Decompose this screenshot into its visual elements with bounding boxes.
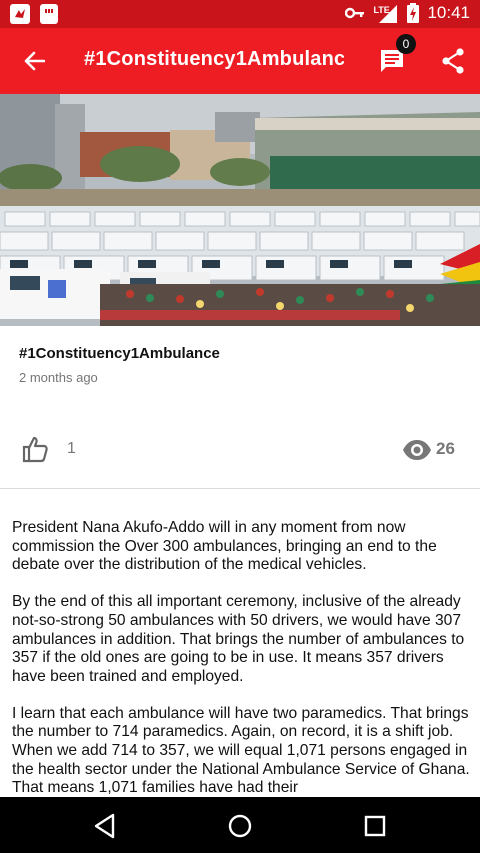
ambulances-photo-icon bbox=[0, 94, 480, 326]
battery-charging-icon bbox=[407, 3, 420, 23]
post-title: #1Constituency1Ambulance bbox=[19, 345, 220, 362]
clock: 10:41 bbox=[427, 3, 470, 22]
article-paragraph: By the end of this all important ceremon… bbox=[12, 593, 465, 685]
share-icon bbox=[442, 48, 464, 74]
arrow-left-icon bbox=[24, 51, 45, 71]
divider bbox=[0, 488, 480, 489]
article-paragraph: President Nana Akufo-Addo will in any mo… bbox=[12, 519, 437, 574]
article-body: President Nana Akufo-Addo will in any mo… bbox=[12, 519, 472, 797]
nav-recents-button[interactable] bbox=[358, 809, 392, 843]
comment-count-badge: 0 bbox=[396, 34, 416, 54]
app-bar: #1Constituency1Ambulanc 0 bbox=[0, 28, 480, 94]
key-icon bbox=[345, 7, 365, 19]
signal-icon bbox=[379, 5, 398, 23]
share-button[interactable] bbox=[436, 44, 470, 78]
status-bar: LTE 10:41 bbox=[0, 0, 480, 28]
nav-back-button[interactable] bbox=[88, 809, 122, 843]
system-nav-bar bbox=[0, 797, 480, 853]
sd-card-icon bbox=[40, 4, 58, 24]
post-image[interactable] bbox=[0, 94, 480, 326]
recents-square-icon bbox=[364, 815, 386, 837]
home-circle-icon bbox=[228, 814, 252, 838]
eye-icon bbox=[402, 438, 432, 462]
article-paragraph: I learn that each ambulance will have tw… bbox=[12, 704, 470, 797]
like-button[interactable] bbox=[20, 434, 52, 466]
back-button[interactable] bbox=[18, 45, 50, 77]
thumbs-up-icon bbox=[22, 436, 48, 463]
view-count: 26 bbox=[436, 439, 455, 458]
nav-home-button[interactable] bbox=[223, 809, 257, 843]
post-timestamp: 2 months ago bbox=[19, 370, 98, 385]
app-notification-icon bbox=[10, 4, 30, 24]
back-triangle-icon bbox=[94, 813, 115, 839]
page-title: #1Constituency1Ambulanc bbox=[84, 48, 344, 70]
like-count: 1 bbox=[67, 440, 76, 457]
